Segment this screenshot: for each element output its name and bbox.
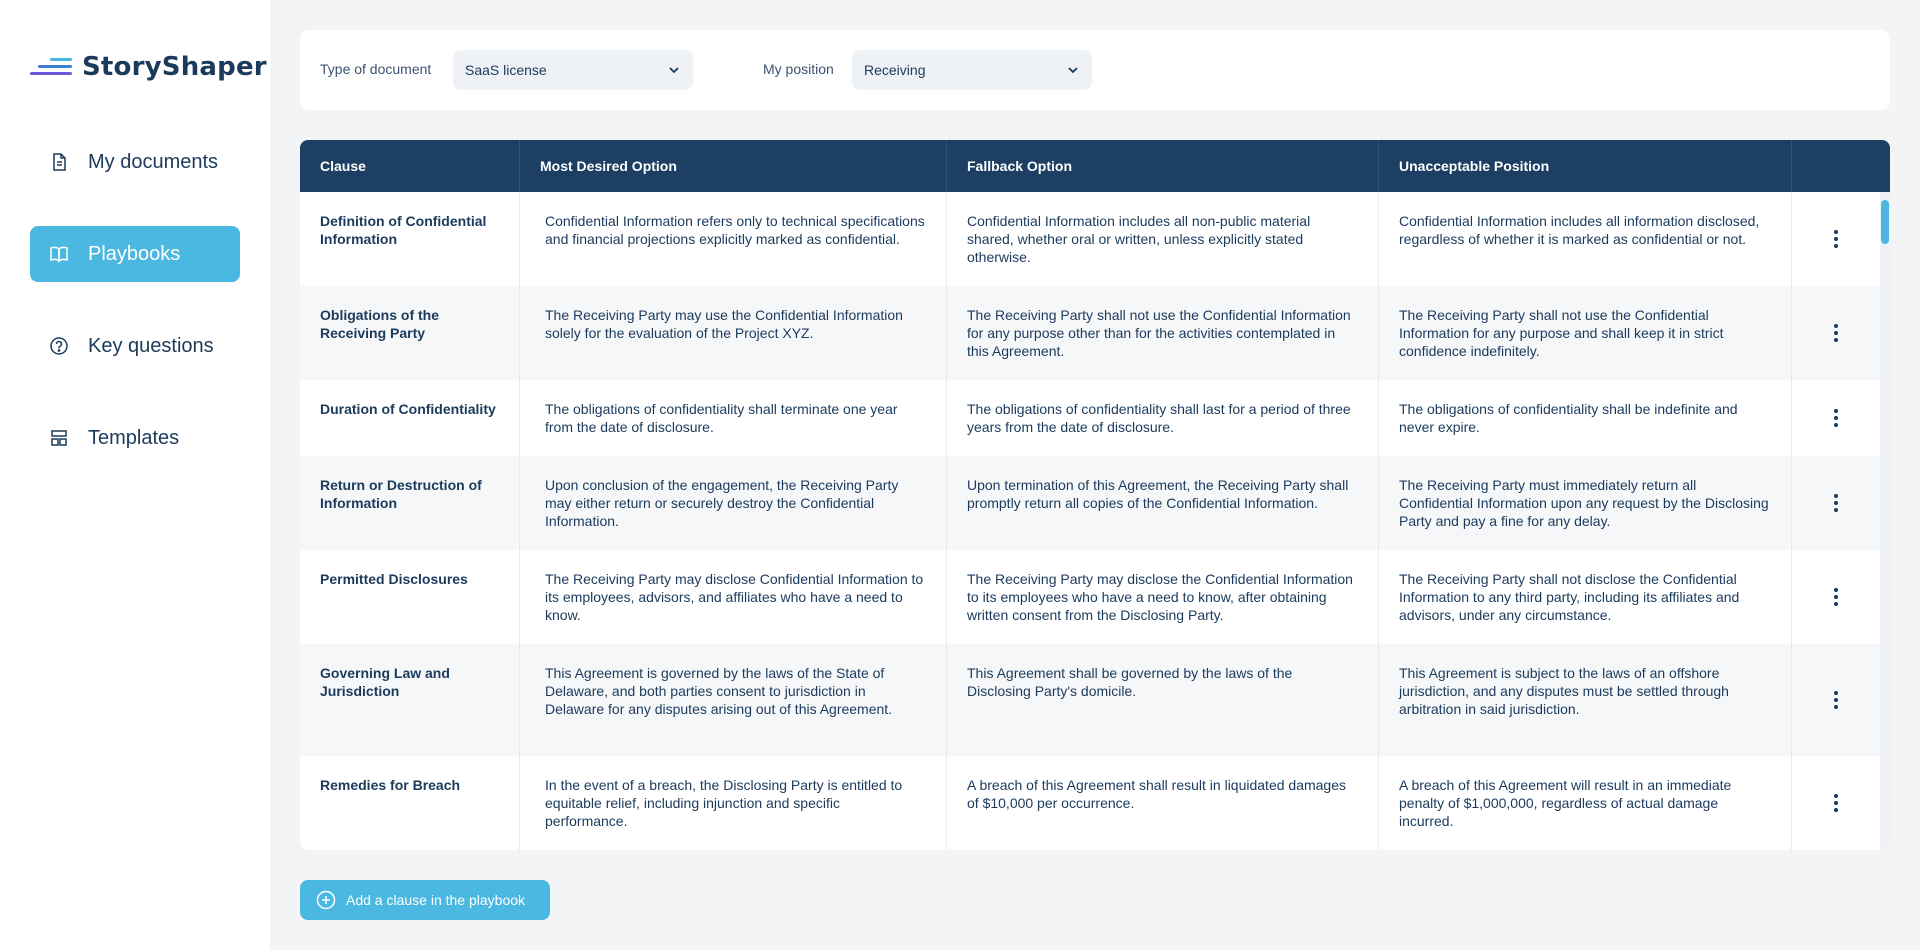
unacceptable-position: The obligations of confidentiality shall… <box>1379 380 1792 456</box>
unacceptable-position: A breach of this Agreement will result i… <box>1379 756 1792 850</box>
clause-name: Remedies for Breach <box>300 756 520 850</box>
row-menu-button[interactable] <box>1819 222 1853 256</box>
sidebar-item-playbooks[interactable]: Playbooks <box>30 226 240 282</box>
clause-name: Duration of Confidentiality <box>300 380 520 456</box>
unacceptable-position: Confidential Information includes all in… <box>1379 192 1792 286</box>
desired-option: The Receiving Party may use the Confiden… <box>520 286 947 380</box>
sidebar-item-my-documents[interactable]: My documents <box>30 134 240 190</box>
column-header-clause: Clause <box>300 140 520 192</box>
desired-option: In the event of a breach, the Disclosing… <box>520 756 947 850</box>
chevron-down-icon <box>1068 67 1078 74</box>
sidebar-item-label: Templates <box>88 426 180 449</box>
fallback-option: Confidential Information includes all no… <box>947 192 1379 286</box>
template-icon <box>48 427 70 449</box>
row-menu-button[interactable] <box>1819 683 1853 717</box>
unacceptable-position: The Receiving Party shall not use the Co… <box>1379 286 1792 380</box>
unacceptable-position: The Receiving Party must immediately ret… <box>1379 456 1792 550</box>
desired-option: Confidential Information refers only to … <box>520 192 947 286</box>
position-label: My position <box>763 61 834 77</box>
question-icon <box>48 335 70 357</box>
scrollbar-thumb[interactable] <box>1881 200 1889 244</box>
doc-type-label: Type of document <box>320 61 432 77</box>
table-row: Definition of Confidential Information C… <box>300 192 1880 286</box>
column-header-unacceptable: Unacceptable Position <box>1379 140 1792 192</box>
clause-name: Definition of Confidential Information <box>300 192 520 286</box>
book-icon <box>48 243 70 265</box>
column-header-actions <box>1792 140 1890 192</box>
sidebar-item-label: Key questions <box>88 334 214 357</box>
fallback-option: The Receiving Party may disclose the Con… <box>947 550 1379 644</box>
playbook-table: Clause Most Desired Option Fallback Opti… <box>300 140 1890 850</box>
row-menu-button[interactable] <box>1819 486 1853 520</box>
filter-bar: Type of document SaaS license My positio… <box>300 30 1890 110</box>
sidebar-item-label: Playbooks <box>88 242 181 265</box>
desired-option: This Agreement is governed by the laws o… <box>520 644 947 756</box>
fallback-option: The Receiving Party shall not use the Co… <box>947 286 1379 380</box>
sidebar-item-templates[interactable]: Templates <box>30 410 240 466</box>
table-row: Duration of Confidentiality The obligati… <box>300 380 1880 456</box>
clause-name: Obligations of the Receiving Party <box>300 286 520 380</box>
table-row: Obligations of the Receiving Party The R… <box>300 286 1880 380</box>
column-header-fallback: Fallback Option <box>947 140 1379 192</box>
table-scrollbar[interactable] <box>1880 192 1890 850</box>
logo-mark-icon <box>30 55 72 79</box>
table-row: Governing Law and Jurisdiction This Agre… <box>300 644 1880 756</box>
table-header: Clause Most Desired Option Fallback Opti… <box>300 140 1890 192</box>
add-clause-label: Add a clause in the playbook <box>346 892 526 908</box>
desired-option: The Receiving Party may disclose Confide… <box>520 550 947 644</box>
desired-option: Upon conclusion of the engagement, the R… <box>520 456 947 550</box>
sidebar-item-label: My documents <box>88 150 219 173</box>
column-header-desired: Most Desired Option <box>520 140 947 192</box>
clause-name: Return or Destruction of Information <box>300 456 520 550</box>
clause-name: Permitted Disclosures <box>300 550 520 644</box>
doc-type-value: SaaS license <box>465 62 547 78</box>
row-menu-button[interactable] <box>1819 401 1853 435</box>
position-value: Receiving <box>864 62 926 78</box>
table-row: Permitted Disclosures The Receiving Part… <box>300 550 1880 644</box>
sidebar-item-key-questions[interactable]: Key questions <box>30 318 240 374</box>
sidebar: StoryShaper My documents Playbooks Key q… <box>0 0 270 950</box>
chevron-down-icon <box>669 67 679 74</box>
app-name: StoryShaper <box>82 52 267 82</box>
row-menu-button[interactable] <box>1819 580 1853 614</box>
table-row: Return or Destruction of Information Upo… <box>300 456 1880 550</box>
fallback-option: Upon termination of this Agreement, the … <box>947 456 1379 550</box>
fallback-option: This Agreement shall be governed by the … <box>947 644 1379 756</box>
row-menu-button[interactable] <box>1819 786 1853 820</box>
add-clause-button[interactable]: Add a clause in the playbook <box>300 880 550 920</box>
clause-name: Governing Law and Jurisdiction <box>300 644 520 756</box>
table-row: Remedies for Breach In the event of a br… <box>300 756 1880 850</box>
fallback-option: The obligations of confidentiality shall… <box>947 380 1379 456</box>
table-body: Definition of Confidential Information C… <box>300 192 1880 850</box>
desired-option: The obligations of confidentiality shall… <box>520 380 947 456</box>
fallback-option: A breach of this Agreement shall result … <box>947 756 1379 850</box>
app-logo[interactable]: StoryShaper <box>30 52 267 82</box>
unacceptable-position: The Receiving Party shall not disclose t… <box>1379 550 1792 644</box>
row-menu-button[interactable] <box>1819 316 1853 350</box>
plus-circle-icon <box>316 890 336 910</box>
doc-type-select[interactable]: SaaS license <box>453 50 693 90</box>
unacceptable-position: This Agreement is subject to the laws of… <box>1379 644 1792 756</box>
document-icon <box>48 151 70 173</box>
position-select[interactable]: Receiving <box>852 50 1092 90</box>
